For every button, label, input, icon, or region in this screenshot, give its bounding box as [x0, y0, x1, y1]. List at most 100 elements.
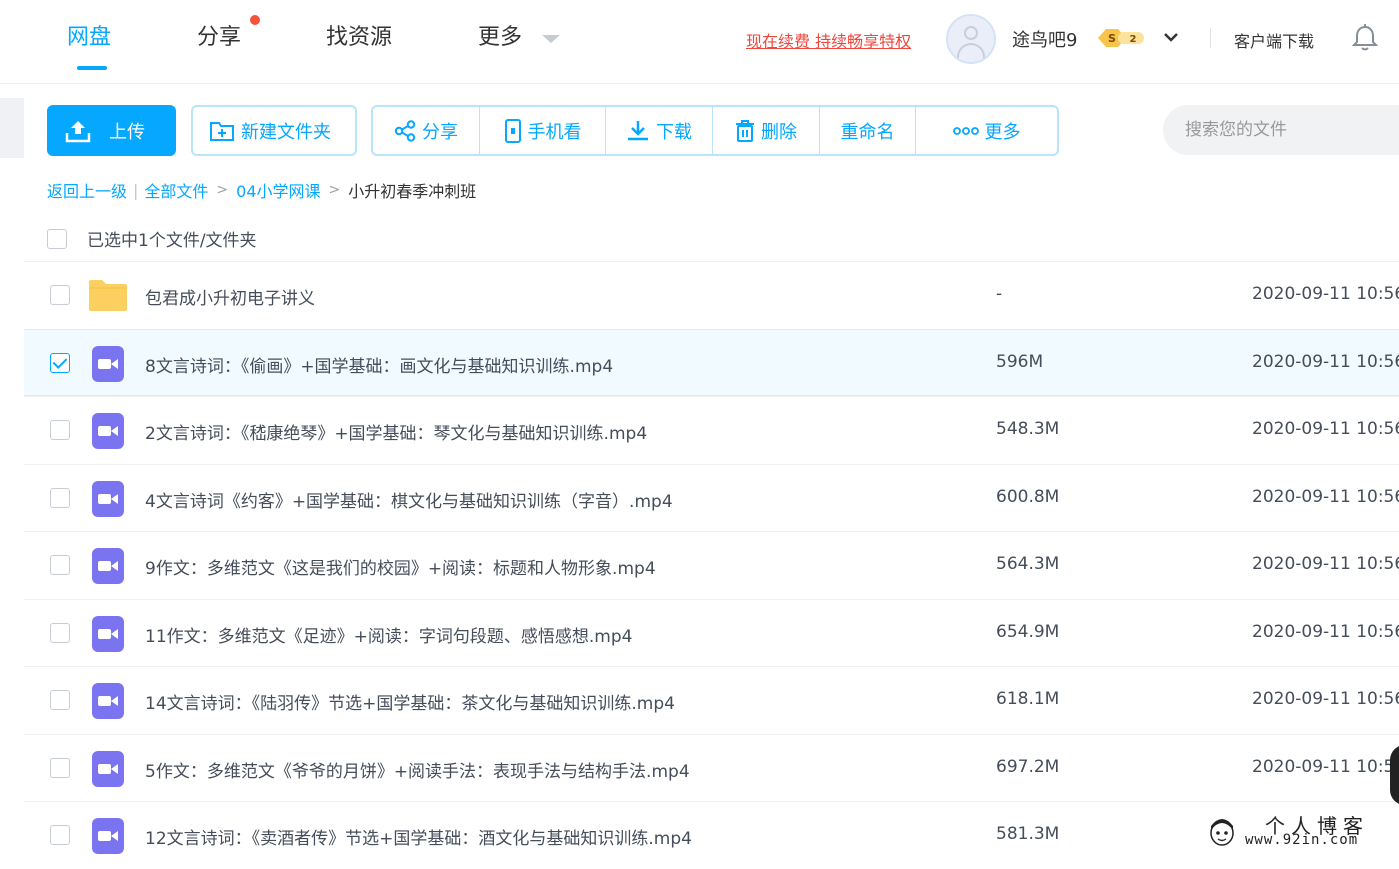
- more-actions-label: 更多: [984, 121, 1021, 143]
- upload-button[interactable]: 上传: [47, 105, 176, 156]
- caret-down-icon[interactable]: [542, 35, 560, 43]
- breadcrumb: 返回上一级 | 全部文件 > 04小学网课 > 小升初春季冲刺班: [47, 178, 476, 202]
- row-checkbox[interactable]: [50, 690, 70, 710]
- file-row[interactable]: 4文言诗词《约客》+国学基础：棋文化与基础知识训练（字音）.mp4 600.8M 2…: [24, 463, 1399, 532]
- rename-label: 重命名: [840, 121, 895, 143]
- file-row[interactable]: 5作文：多维范文《爷爷的月饼》+阅读手法：表现手法与结构手法.mp4 697.2M…: [24, 733, 1399, 802]
- row-checkbox[interactable]: [50, 555, 70, 575]
- avatar[interactable]: [946, 14, 996, 64]
- file-row[interactable]: 11作文：多维范文《足迹》+阅读：字词句段题、感悟感想.mp4 654.9M 202…: [24, 598, 1399, 667]
- nav-tab-netdisk[interactable]: 网盘: [67, 22, 111, 54]
- file-row[interactable]: 12文言诗词：《卖酒者传》节选+国学基础：酒文化与基础知识训练.mp4 581.3…: [24, 801, 1399, 869]
- more-actions-button[interactable]: 更多: [916, 107, 1057, 154]
- file-name[interactable]: 2文言诗词：《嵇康绝琴》+国学基础：琴文化与基础知识训练.mp4: [145, 419, 647, 444]
- new-folder-button[interactable]: 新建文件夹: [191, 105, 357, 156]
- row-checkbox[interactable]: [50, 285, 70, 305]
- file-size: 548.3M: [996, 419, 1060, 439]
- file-size: 564.3M: [996, 554, 1060, 574]
- file-row[interactable]: 2文言诗词：《嵇康绝琴》+国学基础：琴文化与基础知识训练.mp4 548.3M 20…: [24, 396, 1399, 464]
- file-name[interactable]: 5作文：多维范文《爷爷的月饼》+阅读手法：表现手法与结构手法.mp4: [145, 757, 690, 782]
- new-folder-label: 新建文件夹: [241, 121, 331, 143]
- file-date: 2020-09-11 10:56: [1252, 621, 1399, 642]
- nav-tab-share[interactable]: 分享: [197, 22, 241, 54]
- file-row[interactable]: 9作文：多维范文《这是我们的校园》+阅读：标题和人物形象.mp4 564.3M 20…: [24, 531, 1399, 599]
- file-date: 2020-09-11 10:56: [1252, 486, 1399, 507]
- video-file-icon: [88, 818, 128, 854]
- file-date: 2020-09-11 10:56: [1252, 419, 1399, 439]
- breadcrumb-level1[interactable]: 04小学网课: [236, 178, 320, 202]
- row-checkbox[interactable]: [50, 757, 70, 778]
- breadcrumb-chevron-icon: >: [328, 182, 341, 198]
- selection-header: 已选中1个文件/文件夹: [47, 226, 257, 251]
- nav-tab-more[interactable]: 更多: [478, 22, 522, 54]
- file-row[interactable]: 包君成小升初电子讲义 - 2020-09-11 10:56: [24, 261, 1399, 329]
- breadcrumb-all-files[interactable]: 全部文件: [144, 178, 208, 202]
- video-file-icon: [88, 413, 128, 449]
- file-size: 697.2M: [996, 756, 1060, 777]
- scroll-handle[interactable]: [1390, 745, 1399, 805]
- more-dots-icon: [952, 126, 979, 135]
- download-button[interactable]: 下载: [606, 107, 713, 154]
- breadcrumb-chevron-icon: >: [216, 182, 229, 198]
- video-file-icon: [88, 750, 128, 787]
- file-name[interactable]: 11作文：多维范文《足迹》+阅读：字词句段题、感悟感想.mp4: [145, 622, 632, 647]
- renew-promo-link[interactable]: 现在续费 持续畅享特权: [746, 28, 911, 52]
- svg-text:S: S: [1108, 32, 1116, 45]
- row-checkbox[interactable]: [50, 487, 70, 508]
- file-row[interactable]: 14文言诗词：《陆羽传》节选+国学基础：茶文化与基础知识训练.mp4 618.1M…: [24, 666, 1399, 734]
- nav-tab-find-resources[interactable]: 找资源: [326, 22, 392, 54]
- nav-divider: [1210, 28, 1211, 48]
- file-date: 2020-09-11 10:56: [1252, 554, 1399, 574]
- phone-icon: [504, 118, 521, 143]
- chevron-down-icon[interactable]: [1162, 28, 1180, 46]
- vip-badge-icon: S 2: [1098, 29, 1144, 47]
- upload-label: 上传: [109, 121, 145, 143]
- rename-button[interactable]: 重命名: [820, 107, 916, 154]
- row-checkbox[interactable]: [50, 420, 70, 440]
- file-name[interactable]: 8文言诗词：《偷画》+国学基础：画文化与基础知识训练.mp4: [145, 352, 613, 377]
- notification-dot: [250, 15, 260, 25]
- download-label: 下载: [656, 121, 692, 143]
- row-checkbox[interactable]: [50, 825, 70, 845]
- video-file-icon: [88, 683, 128, 719]
- file-date: 2020-09-11 10:56: [1252, 284, 1399, 304]
- file-size: 600.8M: [996, 486, 1060, 507]
- top-nav-bar: 网盘 分享 找资源 更多 现在续费 持续畅享特权 途鸟吧9 S 2 客户端下载: [0, 0, 1399, 84]
- upload-icon: [65, 120, 91, 142]
- delete-button[interactable]: 删除: [713, 107, 820, 154]
- file-name[interactable]: 4文言诗词《约客》+国学基础：棋文化与基础知识训练（字音）.mp4: [145, 487, 673, 512]
- video-file-icon: [88, 345, 128, 382]
- watermark: 个人博客 www.92in.com: [1205, 808, 1399, 852]
- username[interactable]: 途鸟吧9: [1012, 26, 1077, 52]
- mobile-view-button[interactable]: 手机看: [480, 107, 606, 154]
- video-file-icon: [88, 615, 128, 652]
- video-file-icon: [88, 548, 128, 584]
- breadcrumb-current: 小升初春季冲刺班: [348, 182, 477, 201]
- left-gutter: [0, 98, 24, 158]
- file-name[interactable]: 14文言诗词：《陆羽传》节选+国学基础：茶文化与基础知识训练.mp4: [145, 689, 675, 714]
- client-download-link[interactable]: 客户端下载: [1234, 28, 1314, 52]
- file-row[interactable]: 8文言诗词：《偷画》+国学基础：画文化与基础知识训练.mp4 596M 2020-0…: [24, 328, 1399, 396]
- active-tab-indicator: [77, 66, 107, 70]
- bell-icon[interactable]: [1352, 24, 1378, 52]
- cartoon-face-icon: [1210, 819, 1234, 846]
- file-date: 2020-09-11 10:56: [1252, 351, 1399, 372]
- breadcrumb-separator: |: [133, 180, 139, 200]
- file-date: 2020-09-11 10:56: [1252, 756, 1399, 777]
- file-date: 2020-09-11 10:56: [1252, 689, 1399, 709]
- row-checkbox[interactable]: [50, 622, 70, 643]
- delete-label: 删除: [761, 121, 797, 143]
- download-icon: [628, 120, 648, 140]
- file-name[interactable]: 12文言诗词：《卖酒者传》节选+国学基础：酒文化与基础知识训练.mp4: [145, 824, 692, 849]
- file-size: 581.3M: [996, 824, 1060, 844]
- search-input[interactable]: [1163, 105, 1399, 155]
- file-list: 包君成小升初电子讲义 -2020-09-11 10:56 8文言诗词：《偷画》+国学…: [24, 261, 1399, 869]
- file-size: -: [996, 284, 1003, 304]
- row-checkbox[interactable]: [50, 352, 70, 373]
- file-name[interactable]: 包君成小升初电子讲义: [145, 284, 315, 309]
- file-name[interactable]: 9作文：多维范文《这是我们的校园》+阅读：标题和人物形象.mp4: [145, 554, 656, 579]
- share-button[interactable]: 分享: [373, 107, 480, 154]
- selection-count-label: 已选中1个文件/文件夹: [87, 231, 257, 251]
- select-all-checkbox[interactable]: [47, 228, 67, 249]
- back-link[interactable]: 返回上一级: [47, 178, 127, 202]
